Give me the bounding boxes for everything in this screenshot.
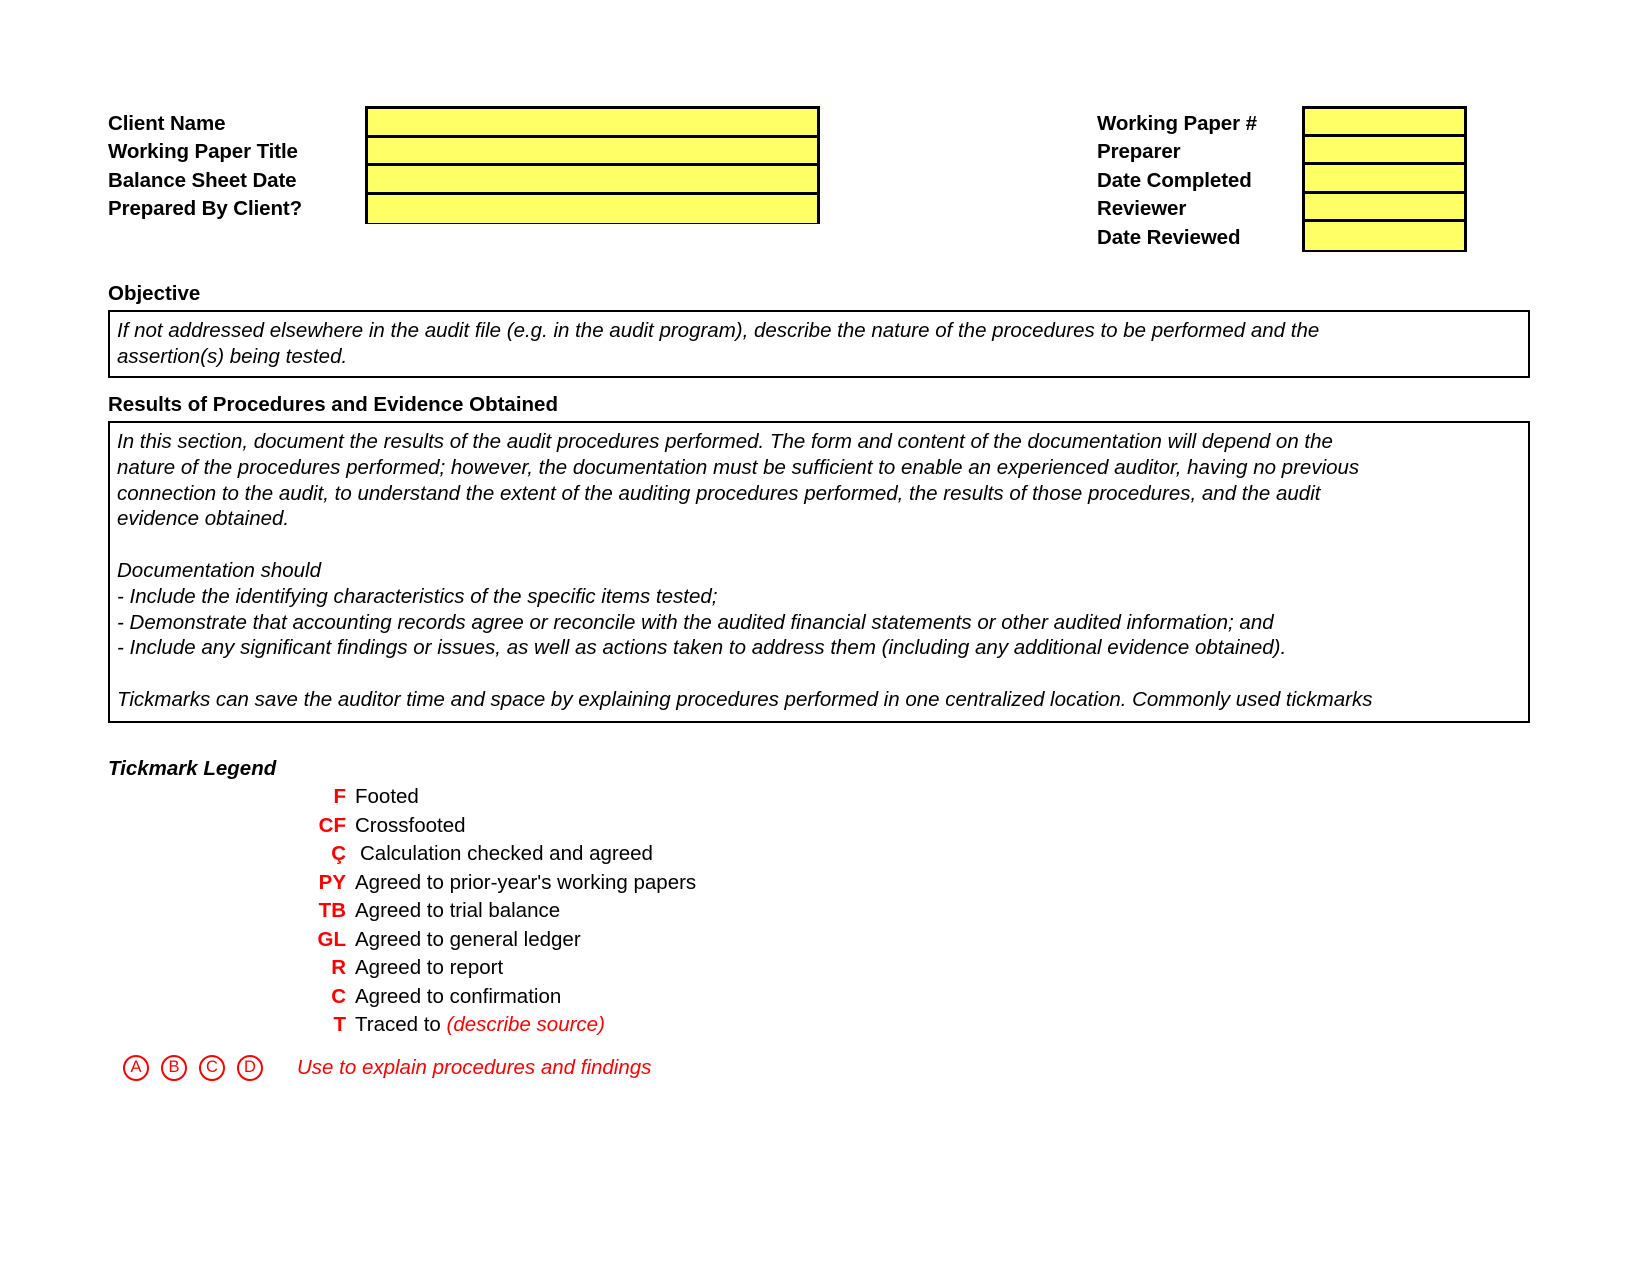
tickmark-description: Agreed to general ledger xyxy=(355,927,581,951)
tickmark-description: Calculation checked and agreed xyxy=(360,842,653,865)
results-line: In this section, document the results of… xyxy=(117,430,1333,453)
objective-line: assertion(s) being tested. xyxy=(117,344,348,368)
results-line-blank xyxy=(117,532,1521,558)
results-line: evidence obtained. xyxy=(117,507,290,531)
tickmark-row: C Agreed to confirmation xyxy=(228,985,696,1014)
results-line: Tickmarks can save the auditor time and … xyxy=(117,687,1373,711)
circled-tickmark-note: Use to explain procedures and findings xyxy=(297,1055,652,1079)
tickmark-description-text: Traced to xyxy=(355,1013,447,1036)
label-date-completed: Date Completed xyxy=(1097,169,1252,192)
tickmark-row: R Agreed to report xyxy=(228,956,696,985)
objective-heading: Objective xyxy=(108,282,201,305)
input-preparer[interactable] xyxy=(1305,137,1464,166)
label-reviewer: Reviewer xyxy=(1097,197,1187,220)
header-block: Client Name Working Paper Title Balance … xyxy=(0,0,1651,270)
tickmark-description: Agreed to confirmation xyxy=(355,984,562,1008)
results-heading: Results of Procedures and Evidence Obtai… xyxy=(108,393,558,416)
tickmark-description: Agreed to prior-year's working papers xyxy=(355,870,697,894)
results-line: - Include any significant findings or is… xyxy=(117,636,1287,660)
client-info-field-stack xyxy=(365,106,820,224)
signoff-field-stack xyxy=(1302,106,1467,252)
label-working-paper-number: Working Paper # xyxy=(1097,112,1257,135)
input-prepared-by-client[interactable] xyxy=(368,194,817,223)
label-client-name: Client Name xyxy=(108,112,226,135)
tickmark-description-source-note: (describe source) xyxy=(446,1013,605,1036)
tickmark-description: Agreed to trial balance xyxy=(355,899,561,922)
tickmark-symbol: F xyxy=(333,785,346,808)
results-textbox[interactable]: In this section, document the results of… xyxy=(108,421,1530,723)
tickmark-symbol: C xyxy=(331,984,346,1008)
circled-letter-b-icon: B xyxy=(161,1054,187,1081)
tickmark-symbol: T xyxy=(333,1013,346,1036)
results-line: - Demonstrate that accounting records ag… xyxy=(117,610,1274,634)
results-line: nature of the procedures performed; howe… xyxy=(117,455,1360,479)
objective-textbox[interactable]: If not addressed elsewhere in the audit … xyxy=(108,310,1530,378)
tickmark-row: F Footed xyxy=(228,785,696,814)
label-working-paper-title: Working Paper Title xyxy=(108,140,298,163)
tickmark-symbol: CF xyxy=(318,813,346,837)
label-prepared-by-client: Prepared By Client? xyxy=(108,197,303,220)
input-date-reviewed[interactable] xyxy=(1305,221,1464,250)
input-balance-sheet-date[interactable] xyxy=(368,166,817,195)
tickmark-legend-heading: Tickmark Legend xyxy=(108,757,277,780)
tickmark-row: T Traced to (describe source) xyxy=(228,1013,696,1042)
input-date-completed[interactable] xyxy=(1305,165,1464,194)
tickmark-row: Ç Calculation checked and agreed xyxy=(228,842,696,871)
input-working-paper-number[interactable] xyxy=(1305,109,1464,138)
circled-letter-a-icon: A xyxy=(123,1054,149,1081)
tickmark-row: PY Agreed to prior-year's working papers xyxy=(228,870,697,900)
tickmark-symbol: Ç xyxy=(331,842,346,865)
tickmark-symbol: R xyxy=(331,956,346,979)
tickmark-description: Footed xyxy=(355,785,419,808)
label-preparer: Preparer xyxy=(1097,140,1181,163)
tickmark-row: GL Agreed to general ledger xyxy=(228,928,696,957)
input-client-name[interactable] xyxy=(368,109,817,138)
tickmark-rows: F Footed CF Crossfooted Ç Calculation ch… xyxy=(123,785,697,1081)
circled-tickmark-row: A B C D Use to explain procedures and fi… xyxy=(123,1054,696,1081)
circled-letter-d-icon: D xyxy=(237,1054,263,1081)
tickmark-description: Crossfooted xyxy=(355,813,466,837)
results-line: connection to the audit, to understand t… xyxy=(117,481,1321,505)
input-working-paper-title[interactable] xyxy=(368,137,817,166)
results-line: Documentation should xyxy=(117,558,321,582)
tickmark-symbol: TB xyxy=(318,899,346,922)
label-date-reviewed: Date Reviewed xyxy=(1097,226,1241,249)
input-reviewer[interactable] xyxy=(1305,193,1464,222)
tickmark-description: Agreed to report xyxy=(355,956,504,979)
tickmark-row: TB Agreed to trial balance xyxy=(228,899,696,928)
circled-letter-c-icon: C xyxy=(199,1054,225,1081)
label-balance-sheet-date: Balance Sheet Date xyxy=(108,169,297,192)
results-line-blank xyxy=(117,661,1521,687)
results-line: - Include the identifying characteristic… xyxy=(117,584,718,608)
tickmark-symbol: GL xyxy=(317,927,346,951)
tickmark-symbol: PY xyxy=(318,870,346,894)
tickmark-row: CF Crossfooted xyxy=(228,814,696,843)
objective-line: If not addressed elsewhere in the audit … xyxy=(117,319,1320,342)
tickmark-description: Traced to (describe source) xyxy=(355,1013,605,1037)
